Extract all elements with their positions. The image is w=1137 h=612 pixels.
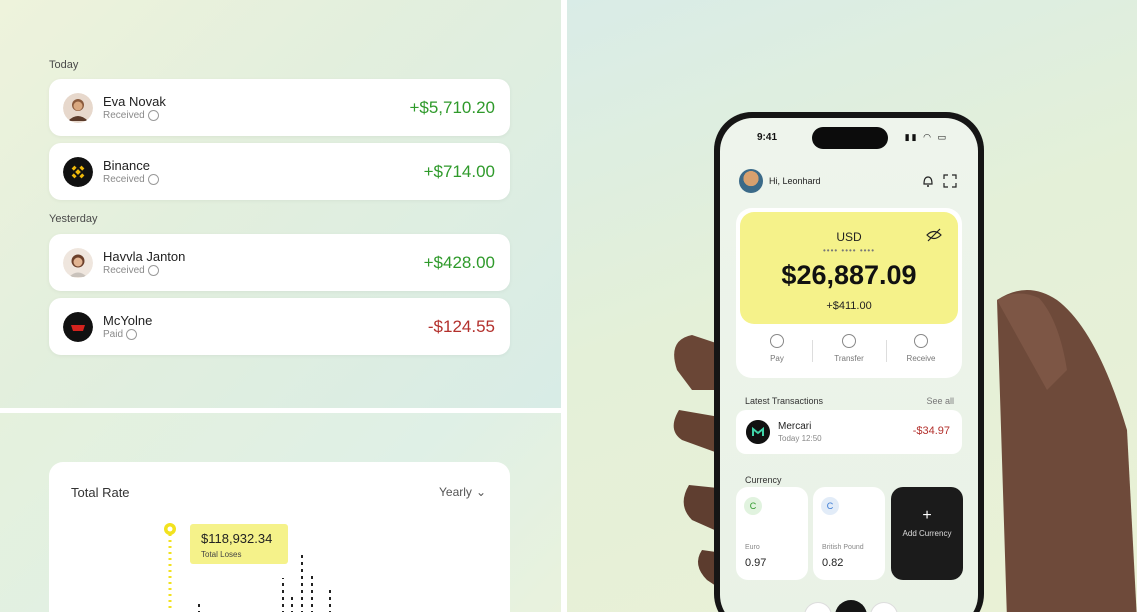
- merchant-logo-icon: [746, 420, 770, 444]
- transfer-button[interactable]: Transfer: [816, 330, 882, 372]
- transaction-status: Paid: [103, 329, 138, 340]
- currency-title: Currency: [745, 475, 782, 485]
- arrow-down-icon: [914, 334, 928, 348]
- phone-device: 9:41 ▮▮ ◠ ▭ Hi, Leonhard USD •••• •••• •…: [714, 112, 984, 612]
- scan-icon[interactable]: [942, 173, 958, 189]
- transaction-name: Eva Novak: [103, 94, 166, 109]
- currency-icon: C: [744, 497, 762, 515]
- avatar[interactable]: [739, 169, 763, 193]
- divider: [886, 340, 887, 362]
- balance-card: USD •••• •••• •••• $26,887.09 +$411.00 P…: [736, 208, 962, 378]
- balance-change: +$411.00: [826, 300, 872, 312]
- plus-icon: +: [922, 507, 932, 524]
- transaction-amount: +$5,710.20: [409, 98, 495, 117]
- add-currency-button[interactable]: + Add Currency: [891, 487, 963, 580]
- see-all-link[interactable]: See all: [926, 396, 954, 406]
- transaction-amount: -$124.55: [427, 317, 495, 336]
- divider: [812, 340, 813, 362]
- balance-amount: $26,887.09: [781, 260, 917, 290]
- transaction-name: Binance: [103, 158, 150, 173]
- transaction-card[interactable]: Eva Novak Received +$5,710.20: [49, 79, 510, 136]
- recent-name: Mercari: [778, 421, 812, 432]
- nav-main-button[interactable]: [835, 600, 867, 612]
- recent-amount: -$34.97: [912, 425, 950, 437]
- eye-off-icon[interactable]: [926, 228, 942, 242]
- transaction-status: Received: [103, 174, 159, 185]
- chart-card: Total Rate Yearly ⌄ $118,932.34 Total Lo…: [49, 462, 510, 612]
- currency-card[interactable]: C British Pound 0.82: [813, 487, 885, 580]
- balance-highlight: USD •••• •••• •••• $26,887.09 +$411.00: [740, 212, 958, 324]
- status-icons: ▮▮ ◠ ▭: [904, 132, 948, 142]
- status-text: Paid: [103, 329, 124, 340]
- merchant-logo-icon: [63, 312, 93, 342]
- nav-cards-button[interactable]: [870, 602, 898, 612]
- today-label: Today: [49, 59, 79, 71]
- tooltip-value: $118,932.34: [201, 531, 272, 546]
- add-currency-label: Add Currency: [902, 529, 952, 538]
- transaction-status: Received: [103, 110, 159, 121]
- info-icon: [147, 174, 159, 185]
- status-text: Received: [103, 174, 145, 185]
- currency-name: Euro: [745, 544, 760, 551]
- recent-transaction[interactable]: Mercari Today 12:50 -$34.97: [736, 410, 962, 454]
- receive-button[interactable]: Receive: [888, 330, 954, 372]
- greeting: Hi, Leonhard: [769, 176, 821, 186]
- recent-time: Today 12:50: [778, 434, 822, 443]
- recent-title: Latest Transactions: [745, 396, 824, 406]
- nav-home-button[interactable]: [804, 602, 832, 612]
- binance-logo-icon: [63, 157, 93, 187]
- currency-card[interactable]: C Euro 0.97: [736, 487, 808, 580]
- info-icon: [126, 329, 138, 340]
- status-text: Received: [103, 110, 145, 121]
- status-time: 9:41: [757, 132, 778, 143]
- transaction-name: McYolne: [103, 313, 153, 328]
- dynamic-island: [812, 127, 888, 149]
- currency-icon: C: [821, 497, 839, 515]
- phone-mockup-panel: 9:41 ▮▮ ◠ ▭ Hi, Leonhard USD •••• •••• •…: [567, 0, 1137, 612]
- bell-icon[interactable]: [920, 173, 936, 189]
- arrow-up-icon: [770, 334, 784, 348]
- transaction-amount: +$714.00: [423, 162, 495, 181]
- action-label: Receive: [906, 354, 936, 363]
- chart-graphic: $118,932.34 Total Loses: [164, 523, 331, 612]
- tooltip-label: Total Loses: [201, 550, 241, 559]
- info-icon: [147, 265, 159, 276]
- currency-name: British Pound: [822, 544, 864, 551]
- swap-icon: [842, 334, 856, 348]
- chart-marker-center: [167, 526, 173, 532]
- avatar: [63, 93, 93, 123]
- currency-value: 0.82: [822, 557, 844, 569]
- info-icon: [147, 110, 159, 121]
- masked-card-number: •••• •••• ••••: [822, 246, 876, 255]
- transactions-panel: Today Eva Novak Received +$5,710.20 Bina…: [0, 0, 561, 408]
- pay-button[interactable]: Pay: [744, 330, 810, 372]
- transaction-status: Received: [103, 265, 159, 276]
- action-label: Pay: [770, 354, 784, 363]
- currency-value: 0.97: [745, 557, 767, 569]
- chart-panel: Total Rate Yearly ⌄ $118,932.34 Total Lo…: [0, 413, 561, 612]
- transaction-card[interactable]: Binance Received +$714.00: [49, 143, 510, 200]
- status-text: Received: [103, 265, 145, 276]
- yesterday-label: Yesterday: [49, 213, 98, 225]
- transaction-name: Havvla Janton: [103, 249, 186, 264]
- action-label: Transfer: [834, 354, 864, 363]
- transaction-amount: +$428.00: [423, 253, 495, 272]
- phone-screen: 9:41 ▮▮ ◠ ▭ Hi, Leonhard USD •••• •••• •…: [720, 118, 978, 612]
- avatar: [63, 248, 93, 278]
- transaction-card[interactable]: McYolne Paid -$124.55: [49, 298, 510, 355]
- transaction-card[interactable]: Havvla Janton Received +$428.00: [49, 234, 510, 291]
